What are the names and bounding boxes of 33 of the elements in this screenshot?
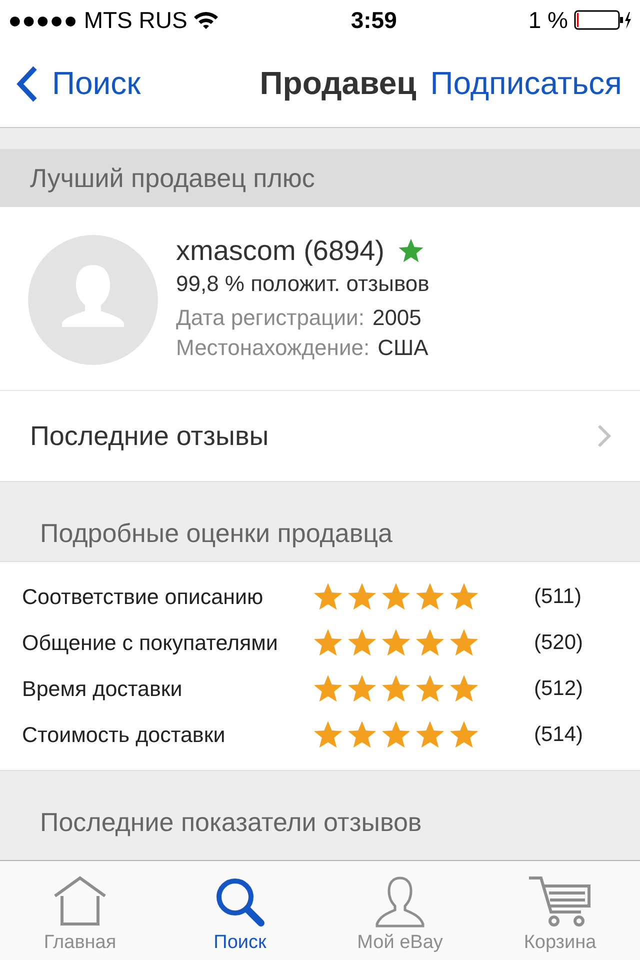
tab-search[interactable]: Поиск <box>160 861 320 960</box>
registration-label: Дата регистрации: <box>176 305 364 331</box>
page-title: Продавец <box>260 65 416 102</box>
clock-time: 3:59 <box>350 6 397 34</box>
carrier-name: ●●●●● MTS RUS <box>8 6 188 34</box>
location-label: Местонахождение: <box>176 335 370 361</box>
search-icon <box>214 876 266 928</box>
section-header: Подробные оценки продавца <box>40 518 393 549</box>
subscribe-button[interactable]: Подписаться <box>430 65 622 102</box>
wifi-icon <box>193 10 220 30</box>
rating-count: (512) <box>534 677 584 701</box>
back-button[interactable]: Поиск <box>16 64 141 102</box>
battery-percent: 1 % <box>528 6 568 34</box>
rating-label: Стоимость доставки <box>22 722 226 748</box>
rating-label: Время доставки <box>22 676 184 702</box>
rating-label: Соответствие описанию <box>22 584 264 610</box>
home-icon <box>52 876 108 928</box>
section-header: Последние показатели отзывов <box>40 807 422 838</box>
seller-name: xmascom (6894) <box>176 235 385 267</box>
person-icon <box>374 876 426 928</box>
rating-label: Общение с покупателями <box>22 630 279 656</box>
avatar-icon <box>28 235 158 365</box>
rating-count: (520) <box>534 631 584 655</box>
cart-icon <box>527 876 593 928</box>
rating-count: (511) <box>534 585 582 609</box>
section-header: Лучший продавец плюс <box>0 149 640 207</box>
rating-count: (514) <box>534 723 584 747</box>
feedback-percent: 99,8 % положит. отзывов <box>176 271 430 297</box>
registration-value: 2005 <box>372 305 422 331</box>
chevron-right-icon <box>596 423 612 449</box>
location-value: США <box>378 335 428 361</box>
star-icon <box>396 237 425 265</box>
back-chevron-icon <box>16 64 38 102</box>
